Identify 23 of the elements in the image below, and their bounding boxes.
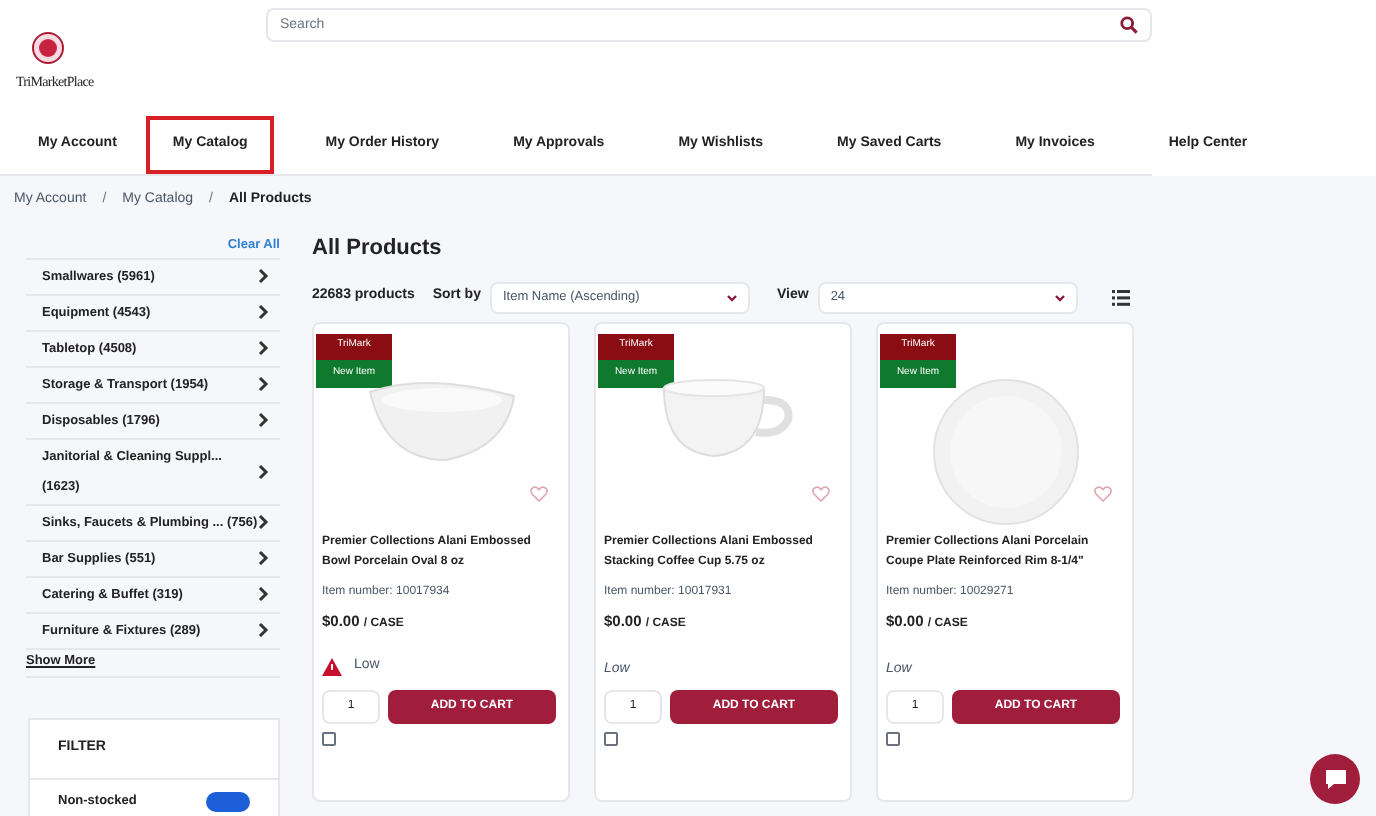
compare-checkbox[interactable] [886,731,900,745]
chevron-right-icon [258,514,270,531]
chevron-right-icon [258,412,270,429]
search-icon[interactable] [1120,16,1138,34]
page-title: All Products [312,234,444,264]
chevron-right-icon [258,550,270,567]
toggle-switch[interactable] [206,791,250,811]
chevron-right-icon [258,304,270,321]
chevron-right-icon [258,463,270,480]
caret-icon [1054,293,1067,301]
compare-checkbox[interactable] [604,731,618,745]
chevron-right-icon [258,586,270,603]
warning-icon [322,658,342,676]
chat-bubble-icon [1323,768,1347,790]
chevron-right-icon [258,622,270,639]
chevron-right-icon [258,340,270,357]
chevron-right-icon [258,376,270,393]
chat-button[interactable] [1310,754,1360,804]
chevron-right-icon [258,268,270,285]
caret-icon [726,293,739,301]
list-view-icon[interactable] [1112,289,1131,305]
logo-emblem-icon [32,32,64,64]
compare-checkbox[interactable] [322,731,336,745]
